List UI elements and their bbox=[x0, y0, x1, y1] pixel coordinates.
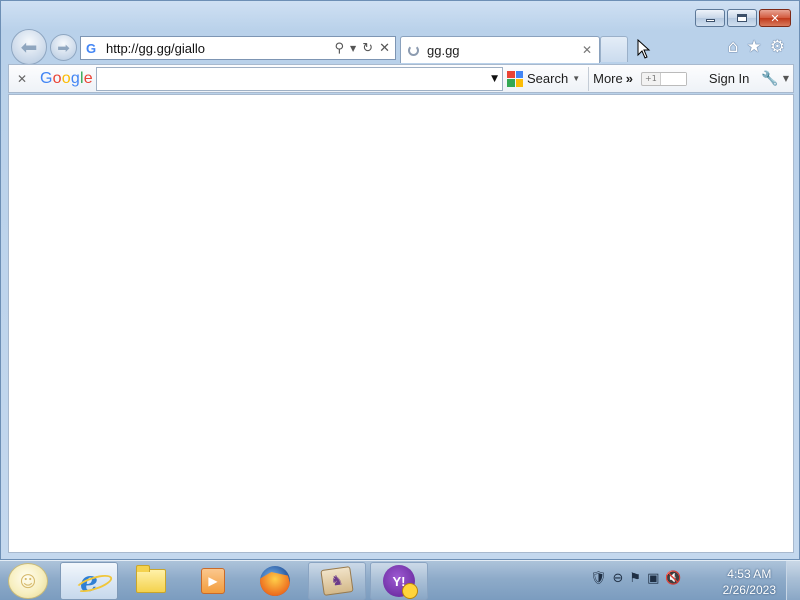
google-search-button[interactable]: Search ▼ bbox=[507, 70, 581, 87]
clock-time: 4:53 AM bbox=[727, 567, 772, 581]
magnifier-icon[interactable]: ⚲ bbox=[335, 41, 345, 56]
more-label: More bbox=[593, 71, 623, 86]
command-icons: ⌂ ★ ⚙ bbox=[728, 37, 785, 57]
volume-muted-icon[interactable]: 🔇 bbox=[665, 571, 681, 586]
close-window-button[interactable]: ✕ bbox=[759, 9, 791, 27]
search-button-label: Search bbox=[527, 71, 569, 86]
back-arrow-icon: ⬅ bbox=[20, 35, 38, 59]
folder-icon bbox=[136, 565, 166, 593]
maximize-button[interactable] bbox=[727, 9, 757, 27]
system-tray: 🛡 ⊖ ⚑ ▣ 🔇 bbox=[590, 571, 682, 586]
more-button[interactable]: More » bbox=[593, 71, 633, 86]
plusone-count-box bbox=[659, 72, 686, 85]
wrench-icon[interactable]: 🔧 bbox=[761, 71, 778, 87]
yahoo-messenger-icon: Y! bbox=[383, 565, 418, 599]
status-icon[interactable]: ⊖ bbox=[613, 571, 624, 586]
star-icon[interactable]: ★ bbox=[747, 37, 762, 57]
tab-active[interactable]: gg.gg ✕ bbox=[400, 36, 600, 63]
address-url[interactable]: http://gg.gg/giallo bbox=[106, 41, 335, 56]
google-search-input[interactable]: ▼ bbox=[96, 66, 503, 91]
google-toolbar: ✕ Google ▼ Search ▼ More » +1 Sign In 🔧 … bbox=[8, 64, 794, 93]
close-icon: ✕ bbox=[770, 11, 780, 25]
plusone-label: +1 bbox=[644, 74, 657, 83]
taskbar-internet-explorer[interactable]: e bbox=[60, 562, 118, 600]
start-orb-icon: ☺ bbox=[19, 571, 37, 591]
search-dropdown-icon[interactable]: ▼ bbox=[350, 44, 356, 53]
google-multicolor-icon bbox=[507, 70, 523, 87]
sign-in-link[interactable]: Sign In bbox=[709, 71, 749, 86]
game-icon: ♞ bbox=[320, 566, 354, 596]
minimize-icon bbox=[705, 19, 715, 22]
new-tab-button[interactable] bbox=[600, 36, 628, 62]
tab-close-icon[interactable]: ✕ bbox=[582, 43, 592, 57]
tab-title: gg.gg bbox=[427, 42, 460, 58]
network-icon[interactable]: ▣ bbox=[647, 571, 659, 586]
toolbar-close-icon[interactable]: ✕ bbox=[9, 72, 35, 86]
plusone-button[interactable]: +1 bbox=[640, 71, 687, 86]
address-bar[interactable]: G http://gg.gg/giallo ⚲ ▼ ↻ ✕ bbox=[80, 36, 396, 60]
double-chevron-icon: » bbox=[625, 71, 633, 86]
action-center-flag-icon[interactable]: ⚑ bbox=[629, 571, 641, 586]
taskbar-windows-explorer[interactable] bbox=[122, 562, 180, 600]
page-content-area[interactable] bbox=[8, 94, 794, 553]
browser-window: ✕ ⬅ ➡ G http://gg.gg/giallo ⚲ ▼ ↻ ✕ gg.g… bbox=[0, 0, 800, 560]
maximize-icon bbox=[737, 14, 747, 22]
home-icon[interactable]: ⌂ bbox=[728, 37, 739, 57]
refresh-icon[interactable]: ↻ bbox=[362, 41, 373, 56]
taskbar-game[interactable]: ♞ bbox=[308, 562, 366, 600]
system-clock[interactable]: 4:53 AM 2/26/2023 bbox=[723, 566, 776, 598]
gear-icon[interactable]: ⚙ bbox=[770, 37, 785, 57]
stop-icon[interactable]: ✕ bbox=[379, 41, 390, 56]
loading-spinner-icon bbox=[408, 44, 419, 56]
minimize-button[interactable] bbox=[695, 9, 725, 27]
media-player-icon: ▶ bbox=[201, 568, 225, 594]
google-favicon-icon: G bbox=[86, 40, 97, 56]
toolbar-separator bbox=[588, 66, 590, 91]
show-desktop-button[interactable] bbox=[786, 561, 800, 600]
taskbar: ☺ e ▶ ♞ Y! 🛡 ⊖ ⚑ ▣ 🔇 4:53 AM 2/26/2023 bbox=[0, 560, 800, 600]
security-shield-icon[interactable]: 🛡 bbox=[590, 571, 607, 586]
taskbar-media-player[interactable]: ▶ bbox=[184, 562, 242, 600]
internet-explorer-icon: e bbox=[80, 564, 98, 598]
wrench-dropdown-icon[interactable]: ▼ bbox=[783, 74, 789, 83]
firefox-icon bbox=[260, 566, 290, 596]
taskbar-yahoo-messenger[interactable]: Y! bbox=[370, 562, 428, 600]
forward-arrow-icon: ➡ bbox=[57, 38, 70, 57]
taskbar-firefox[interactable] bbox=[246, 562, 304, 600]
start-button[interactable]: ☺ bbox=[8, 563, 48, 599]
clock-date: 2/26/2023 bbox=[722, 583, 776, 597]
back-button[interactable]: ⬅ bbox=[11, 29, 47, 65]
caption-buttons: ✕ bbox=[695, 9, 791, 27]
google-logo: Google bbox=[40, 69, 93, 87]
forward-button[interactable]: ➡ bbox=[50, 34, 77, 61]
search-caret-icon: ▼ bbox=[572, 74, 581, 83]
search-history-dropdown-icon[interactable]: ▼ bbox=[491, 74, 498, 84]
